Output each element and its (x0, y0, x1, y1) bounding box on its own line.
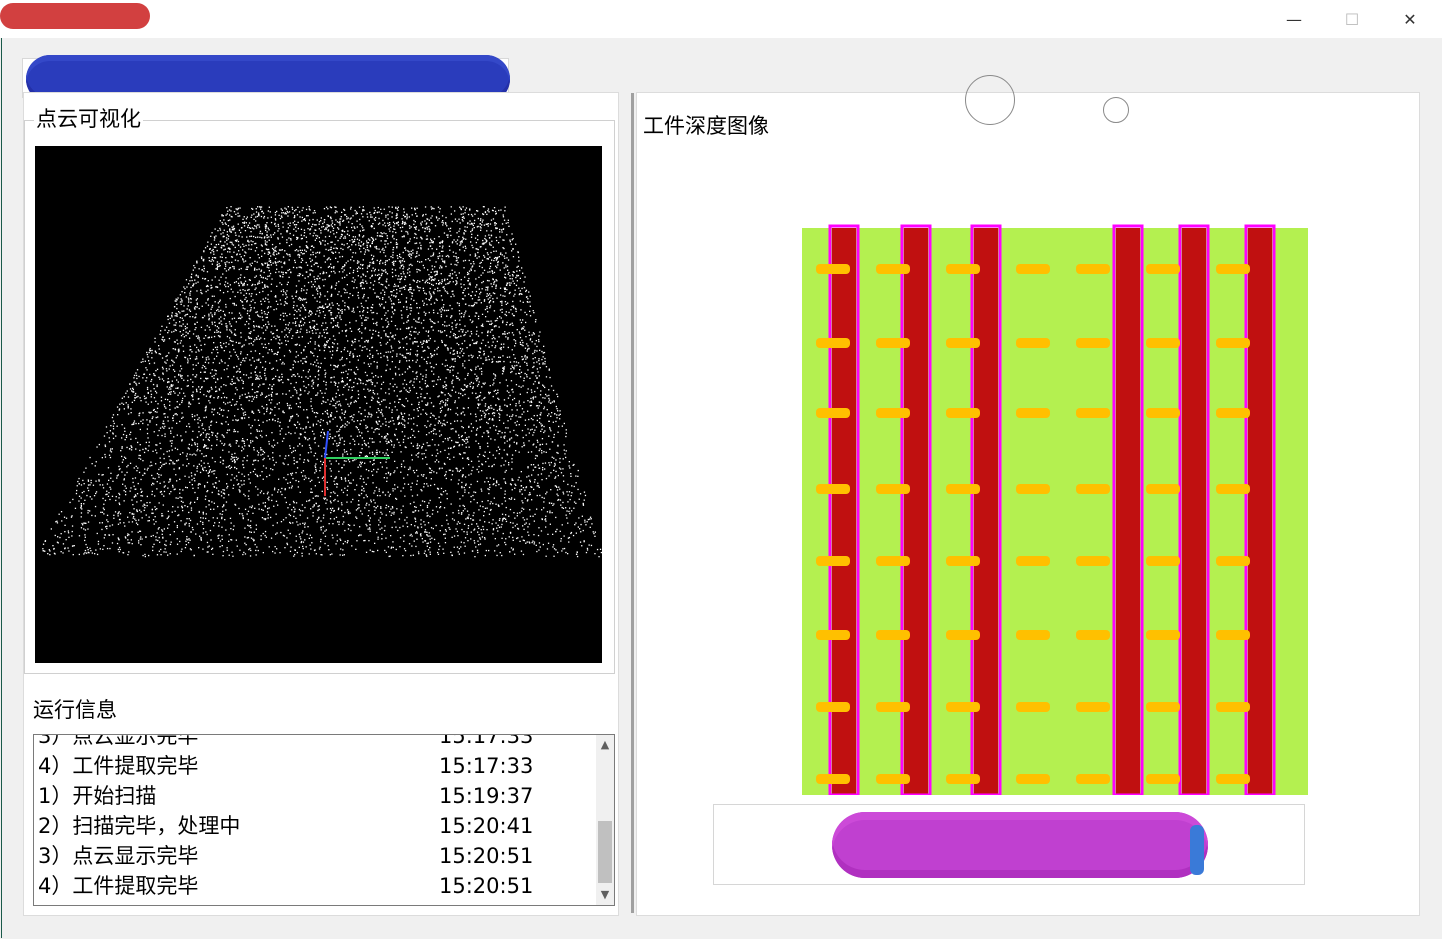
log-time: 15:20:51 (439, 874, 534, 898)
redacted-result-edge (1190, 825, 1204, 875)
scroll-thumb[interactable] (598, 821, 612, 883)
log-row[interactable]: 3）点云显示完毕 15:17:33 (38, 734, 598, 751)
cursor-ring-small (1103, 97, 1129, 123)
close-button[interactable]: ✕ (1381, 0, 1439, 38)
depth-image-content (802, 224, 1308, 795)
log-time: 15:17:33 (439, 754, 534, 778)
log-row[interactable]: 3）点云显示完毕 15:20:51 (38, 841, 598, 871)
redacted-window-title (0, 3, 150, 29)
point-cloud-title: 点云可视化 (34, 105, 143, 133)
log-time: 15:19:37 (439, 784, 534, 808)
panel-splitter[interactable] (631, 93, 634, 913)
log-message: 4）工件提取完毕 (38, 754, 199, 778)
log-message: 4）工件提取完毕 (38, 874, 199, 898)
point-cloud-points (42, 206, 602, 558)
log-row[interactable]: 2）扫描完毕，处理中 15:20:41 (38, 811, 598, 841)
log-message: 2）扫描完毕，处理中 (38, 814, 241, 838)
log-row[interactable]: 4）工件提取完毕 15:17:33 (38, 751, 598, 781)
redacted-result (832, 812, 1208, 878)
title-bar: — ☐ ✕ (0, 0, 1442, 38)
point-cloud-view[interactable] (35, 146, 602, 663)
depth-image-title: 工件深度图像 (643, 114, 769, 138)
log-scrollbar[interactable]: ▲ ▼ (596, 735, 614, 905)
log-row[interactable]: 4）工件提取完毕 15:20:51 (38, 871, 598, 901)
log-message: 3）点云显示完毕 (38, 844, 199, 868)
cursor-ring-large (965, 75, 1015, 125)
log-row[interactable]: 1）开始扫描 15:19:37 (38, 781, 598, 811)
log-time: 15:20:41 (439, 814, 534, 838)
log-time: 15:20:51 (439, 844, 534, 868)
scroll-up-icon[interactable]: ▲ (596, 735, 614, 755)
depth-image-view[interactable] (786, 220, 1326, 795)
log-message: 1）开始扫描 (38, 784, 157, 808)
log-message: 3）点云显示完毕 (38, 734, 199, 748)
maximize-button[interactable]: ☐ (1323, 0, 1381, 38)
scroll-down-icon[interactable]: ▼ (596, 885, 614, 905)
log-list[interactable]: 3）点云显示完毕 15:17:33 4）工件提取完毕 15:17:33 1）开始扫描 15… (33, 734, 615, 906)
log-time: 15:17:33 (439, 734, 534, 748)
minimize-button[interactable]: — (1265, 0, 1323, 38)
log-title: 运行信息 (33, 698, 117, 722)
